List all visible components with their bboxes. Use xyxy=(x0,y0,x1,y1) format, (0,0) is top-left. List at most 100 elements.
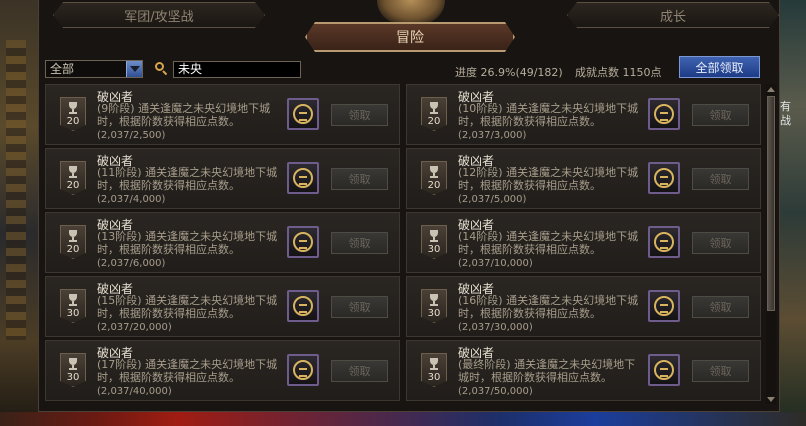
reward-emblem-icon[interactable] xyxy=(287,98,319,130)
achievement-window: 军团/攻坚战 成长 冒险 全部 未央 进度 26.9%(49/182) 成就点数… xyxy=(38,0,780,412)
badge-points: 20 xyxy=(427,180,441,191)
background-scenery-right: 有 战 xyxy=(778,0,806,426)
claim-all-button[interactable]: 全部领取 xyxy=(679,56,760,78)
badge-points: 30 xyxy=(427,244,441,255)
claim-button[interactable]: 领取 xyxy=(331,104,388,126)
claim-button[interactable]: 领取 xyxy=(331,232,388,254)
achievement-progress: (2,037/40,000) xyxy=(97,386,172,397)
claim-button[interactable]: 领取 xyxy=(692,232,749,254)
scrollbar[interactable] xyxy=(766,84,776,404)
points-badge: 20 xyxy=(60,161,86,195)
points-badge: 20 xyxy=(421,161,447,195)
search-input[interactable]: 未央 xyxy=(173,61,301,78)
trophy-icon xyxy=(428,102,440,114)
achievement-card: 30 破凶者 (15阶段) 通关逢魔之未央幻境地下城时，根据阶数获得相应点数。 (2,… xyxy=(45,276,400,337)
badge-points: 20 xyxy=(66,116,80,127)
achievement-description: (9阶段) 通关逢魔之未央幻境地下城时，根据阶数获得相应点数。 xyxy=(97,102,271,128)
achievement-description: (17阶段) 通关逢魔之未央幻境地下城时，根据阶数获得相应点数。 xyxy=(97,358,278,384)
category-select-value: 全部 xyxy=(50,62,75,76)
trophy-icon xyxy=(428,294,440,306)
trophy-icon xyxy=(428,358,440,370)
reward-emblem-icon[interactable] xyxy=(287,290,319,322)
reward-emblem-icon[interactable] xyxy=(648,354,680,386)
points-badge: 30 xyxy=(60,289,86,323)
badge-points: 30 xyxy=(427,372,441,383)
bottom-hud-bar xyxy=(0,412,806,426)
progress-text: 进度 26.9%(49/182) xyxy=(455,66,563,79)
reward-emblem-icon[interactable] xyxy=(648,290,680,322)
points-badge: 30 xyxy=(421,289,447,323)
points-badge: 20 xyxy=(60,225,86,259)
scroll-down-arrow-icon[interactable] xyxy=(766,394,776,404)
achievement-card: 30 破凶者 (14阶段) 通关逢魔之未央幻境地下城时，根据阶数获得相应点数。 (2,… xyxy=(406,212,761,273)
achievement-description: (11阶段) 通关逢魔之未央幻境地下城时，根据阶数获得相应点数。 xyxy=(97,166,278,192)
points-badge: 30 xyxy=(60,353,86,387)
points-badge: 30 xyxy=(421,225,447,259)
reward-emblem-icon[interactable] xyxy=(648,162,680,194)
trophy-icon xyxy=(67,230,79,242)
achievement-card: 20 破凶者 (12阶段) 通关逢魔之未央幻境地下城时，根据阶数获得相应点数。 (2,… xyxy=(406,148,761,209)
badge-points: 20 xyxy=(427,116,441,127)
trophy-icon xyxy=(67,294,79,306)
achievement-description: (14阶段) 通关逢魔之未央幻境地下城时，根据阶数获得相应点数。 xyxy=(458,230,639,256)
points-badge: 30 xyxy=(421,353,447,387)
top-emblem-ornament xyxy=(377,0,445,24)
claim-button[interactable]: 领取 xyxy=(331,360,388,382)
search-icon xyxy=(154,61,168,76)
trophy-icon xyxy=(67,166,79,178)
tab-growth[interactable]: 成长 xyxy=(567,2,779,28)
points-badge: 20 xyxy=(60,97,86,131)
achievement-card: 20 破凶者 (11阶段) 通关逢魔之未央幻境地下城时，根据阶数获得相应点数。 (2,… xyxy=(45,148,400,209)
reward-emblem-icon[interactable] xyxy=(287,354,319,386)
points-badge: 20 xyxy=(421,97,447,131)
claim-button[interactable]: 领取 xyxy=(692,104,749,126)
claim-button[interactable]: 领取 xyxy=(692,360,749,382)
reward-emblem-icon[interactable] xyxy=(648,98,680,130)
badge-points: 30 xyxy=(66,372,80,383)
badge-points: 30 xyxy=(427,308,441,319)
reward-emblem-icon[interactable] xyxy=(648,226,680,258)
background-scenery-left xyxy=(0,0,42,426)
achievement-card: 20 破凶者 (10阶段) 通关逢魔之未央幻境地下城时，根据阶数获得相应点数。 (2,… xyxy=(406,84,761,145)
trophy-icon xyxy=(428,230,440,242)
scroll-thumb[interactable] xyxy=(767,96,775,311)
scroll-up-arrow-icon[interactable] xyxy=(766,84,776,94)
claim-button[interactable]: 领取 xyxy=(692,296,749,318)
badge-points: 20 xyxy=(66,180,80,191)
badge-points: 30 xyxy=(66,308,80,319)
achievement-progress: (2,037/20,000) xyxy=(97,322,172,333)
achievement-progress: (2,037/30,000) xyxy=(458,322,533,333)
achievement-card: 20 破凶者 (13阶段) 通关逢魔之未央幻境地下城时，根据阶数获得相应点数。 (2,… xyxy=(45,212,400,273)
achievement-progress: (2,037/50,000) xyxy=(458,386,533,397)
achievement-progress: (2,037/2,500) xyxy=(97,130,166,141)
achievement-card: 30 破凶者 (最终阶段) 通关逢魔之未央幻境地下城时，根据阶数获得相应点数。 (2,… xyxy=(406,340,761,401)
achievement-card: 20 破凶者 (9阶段) 通关逢魔之未央幻境地下城时，根据阶数获得相应点数。 (2,0… xyxy=(45,84,400,145)
trophy-icon xyxy=(67,358,79,370)
chevron-down-icon[interactable] xyxy=(126,61,142,77)
badge-points: 20 xyxy=(66,244,80,255)
achievement-card: 30 破凶者 (17阶段) 通关逢魔之未央幻境地下城时，根据阶数获得相应点数。 (2,… xyxy=(45,340,400,401)
achievement-description: (最终阶段) 通关逢魔之未央幻境地下城时，根据阶数获得相应点数。 xyxy=(458,358,636,384)
reward-emblem-icon[interactable] xyxy=(287,226,319,258)
achievement-progress: (2,037/5,000) xyxy=(458,194,527,205)
achievement-progress: (2,037/4,000) xyxy=(97,194,166,205)
achievement-progress: (2,037/3,000) xyxy=(458,130,527,141)
achievement-description: (15阶段) 通关逢魔之未央幻境地下城时，根据阶数获得相应点数。 xyxy=(97,294,278,320)
achievement-description: (16阶段) 通关逢魔之未央幻境地下城时，根据阶数获得相应点数。 xyxy=(458,294,639,320)
trophy-icon xyxy=(428,166,440,178)
achievement-progress: (2,037/10,000) xyxy=(458,258,533,269)
claim-button[interactable]: 领取 xyxy=(692,168,749,190)
achievement-points-text: 成就点数 1150点 xyxy=(575,66,662,79)
achievement-description: (13阶段) 通关逢魔之未央幻境地下城时，根据阶数获得相应点数。 xyxy=(97,230,278,256)
trophy-icon xyxy=(67,102,79,114)
achievement-progress: (2,037/6,000) xyxy=(97,258,166,269)
category-select[interactable]: 全部 xyxy=(45,60,143,78)
side-text-2: 战 xyxy=(780,115,791,127)
achievement-description: (10阶段) 通关逢魔之未央幻境地下城时，根据阶数获得相应点数。 xyxy=(458,102,639,128)
tab-adventure[interactable]: 冒险 xyxy=(305,22,515,52)
reward-emblem-icon[interactable] xyxy=(287,162,319,194)
claim-button[interactable]: 领取 xyxy=(331,168,388,190)
tab-legion-siege[interactable]: 军团/攻坚战 xyxy=(53,2,265,28)
achievement-card: 30 破凶者 (16阶段) 通关逢魔之未央幻境地下城时，根据阶数获得相应点数。 (2,… xyxy=(406,276,761,337)
claim-button[interactable]: 领取 xyxy=(331,296,388,318)
